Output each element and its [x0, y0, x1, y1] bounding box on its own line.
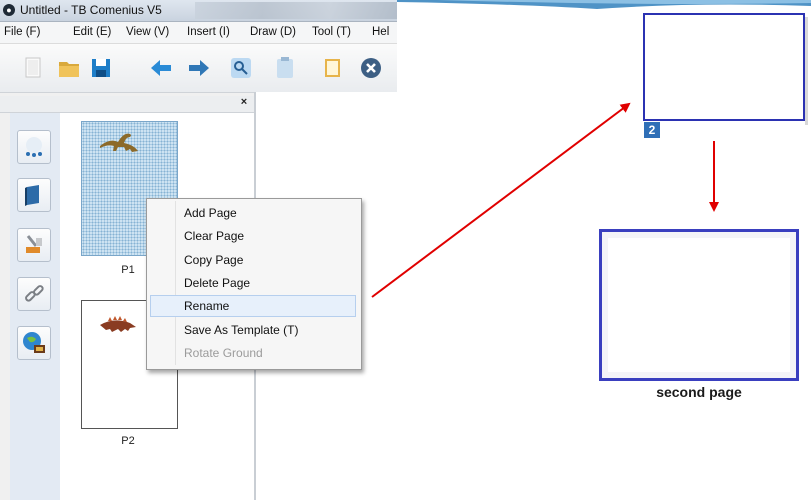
app-window: ● Untitled - TB Comenius V5 File (F) Edi…	[0, 0, 397, 500]
menu-view[interactable]: View (V)	[126, 26, 169, 38]
menu-file[interactable]: File (F)	[4, 26, 40, 38]
page-context-menu: Add Page Clear Page Copy Page Delete Pag…	[146, 198, 362, 370]
panel-close-icon[interactable]: ×	[238, 96, 250, 108]
menu-edit[interactable]: Edit (E)	[73, 26, 111, 38]
menu-item-clear-page[interactable]: Clear Page	[150, 225, 356, 247]
page-thumbnail-before-rename	[643, 13, 808, 125]
globe-icon[interactable]	[17, 326, 51, 360]
book-icon[interactable]	[17, 178, 51, 212]
menu-item-label: Copy Page	[184, 253, 244, 267]
menu-item-label: Save As Template (T)	[184, 323, 299, 337]
page-label-p2: P2	[121, 435, 135, 447]
thumbnail-shadow	[805, 17, 808, 125]
menu-item-label: Rotate Ground	[184, 346, 263, 360]
open-folder-icon[interactable]	[56, 55, 82, 81]
page-caption: second page	[656, 384, 742, 400]
tools-icon[interactable]	[17, 228, 51, 262]
magnifier-tool-icon[interactable]	[228, 55, 254, 81]
title-bar-blurred-area	[195, 2, 397, 19]
forward-arrow-icon[interactable]	[186, 55, 212, 81]
menu-item-save-as-template[interactable]: Save As Template (T)	[150, 319, 356, 341]
page-label-p1: P1	[121, 264, 135, 276]
menu-bar: File (F) Edit (E) View (V) Insert (I) Dr…	[0, 22, 397, 44]
menu-insert[interactable]: Insert (I)	[187, 26, 230, 38]
menu-item-label: Clear Page	[184, 229, 245, 243]
menu-draw[interactable]: Draw (D)	[250, 26, 296, 38]
decorative-header-band	[397, 0, 811, 9]
title-bar: ● Untitled - TB Comenius V5	[0, 0, 397, 22]
dinosaur-stegosaurus-icon	[100, 316, 136, 332]
page-thumbnail-after-rename	[599, 229, 799, 381]
window-title: Untitled - TB Comenius V5	[20, 3, 162, 17]
menu-help[interactable]: Hel	[372, 26, 389, 38]
menu-tool[interactable]: Tool (T)	[312, 26, 351, 38]
pages-panel-header: ×	[0, 96, 254, 113]
clipboard-icon[interactable]	[272, 55, 298, 81]
menu-item-rename[interactable]: Rename	[150, 295, 356, 317]
close-circle-icon[interactable]	[358, 55, 384, 81]
menu-item-delete-page[interactable]: Delete Page	[150, 272, 356, 294]
rename-input[interactable]: 2	[644, 122, 660, 138]
toolbar	[0, 44, 397, 93]
app-logo-icon[interactable]: ●	[3, 4, 15, 16]
menu-item-copy-page[interactable]: Copy Page	[150, 249, 356, 271]
menu-item-label: Delete Page	[184, 276, 251, 290]
menu-item-label: Add Page	[184, 206, 237, 220]
dinosaur-sauropod-icon	[100, 133, 138, 152]
color-palette-icon[interactable]	[17, 130, 51, 164]
menu-item-add-page[interactable]: Add Page	[150, 202, 356, 224]
save-icon[interactable]	[88, 55, 114, 81]
note-icon[interactable]	[320, 55, 346, 81]
new-page-icon[interactable]	[20, 55, 46, 81]
menu-item-label: Rename	[184, 299, 230, 313]
back-arrow-icon[interactable]	[148, 55, 174, 81]
arrow-to-thumbnail	[371, 102, 631, 298]
sidebar-strip	[10, 113, 61, 500]
link-icon[interactable]	[17, 277, 51, 311]
menu-item-rotate-ground: Rotate Ground	[150, 342, 356, 364]
